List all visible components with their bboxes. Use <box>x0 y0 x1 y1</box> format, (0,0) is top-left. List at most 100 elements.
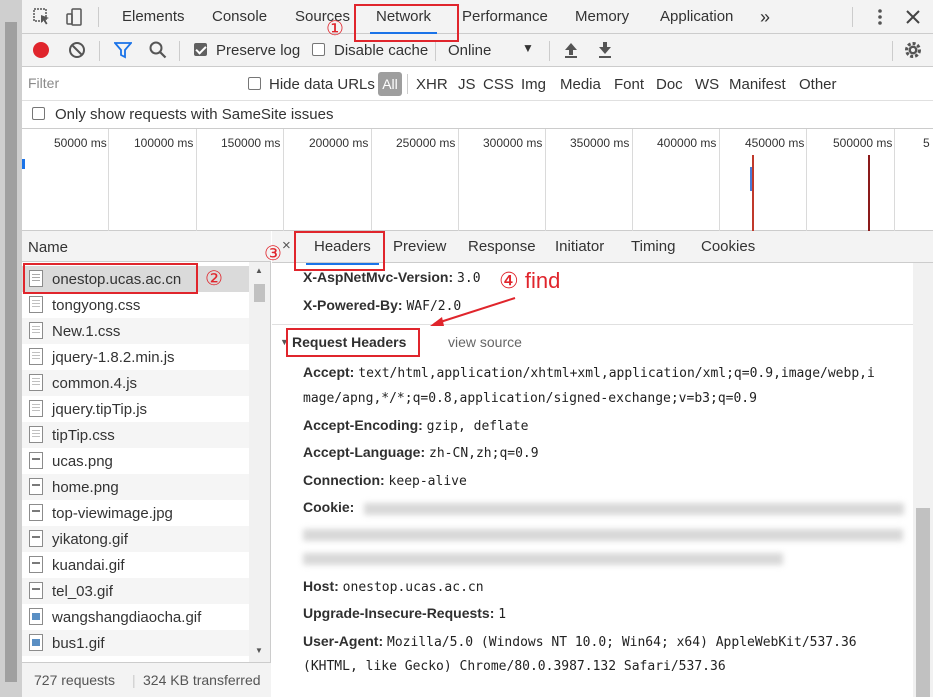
request-row[interactable]: tipTip.css <box>22 422 249 448</box>
filter-type-doc[interactable]: Doc <box>656 76 683 93</box>
inspect-element-icon[interactable] <box>32 7 52 27</box>
tab-performance[interactable]: Performance <box>462 0 548 34</box>
gear-icon[interactable] <box>903 40 923 60</box>
export-har-icon[interactable] <box>597 41 613 59</box>
overview-tick-label: 200000 ms <box>309 136 369 150</box>
tab-timing[interactable]: Timing <box>631 238 675 255</box>
disable-cache-label[interactable]: Disable cache <box>334 42 428 59</box>
close-details-icon[interactable]: × <box>282 237 291 254</box>
request-row[interactable]: jquery.tipTip.js <box>22 396 249 422</box>
view-source-link[interactable]: view source <box>448 334 522 350</box>
header-x-aspnetmvc-version: X-AspNetMvc-Version: 3.0 <box>303 269 481 286</box>
header-key: Connection: <box>303 472 385 488</box>
samesite-label[interactable]: Only show requests with SameSite issues <box>55 106 333 123</box>
overview-gridline <box>196 129 197 231</box>
tab-response[interactable]: Response <box>468 238 536 255</box>
request-name: tipTip.css <box>52 427 115 444</box>
filter-input[interactable] <box>26 72 230 94</box>
header-value: zh-CN,zh;q=0.9 <box>429 446 539 461</box>
throttling-dropdown-icon[interactable]: ▼ <box>522 41 534 55</box>
request-list-scrollbar[interactable]: ▲ ▼ <box>249 262 270 662</box>
header-value: 3.0 <box>457 271 481 286</box>
filter-type-all[interactable]: All <box>378 72 402 96</box>
filter-type-ws[interactable]: WS <box>695 76 719 93</box>
request-row[interactable]: top-viewimage.jpg <box>22 500 249 526</box>
filter-type-css[interactable]: CSS <box>483 76 514 93</box>
kebab-menu-icon[interactable] <box>870 7 890 27</box>
request-name: wangshangdiaocha.gif <box>52 609 202 626</box>
hide-data-urls-checkbox[interactable] <box>248 77 261 90</box>
device-toolbar-icon[interactable] <box>64 7 84 27</box>
tabbar-divider-right <box>852 7 853 27</box>
throttling-select[interactable]: Online <box>448 42 491 59</box>
request-list-scroll-thumb[interactable] <box>254 284 265 302</box>
scroll-down-icon[interactable]: ▼ <box>255 646 263 655</box>
tab-initiator[interactable]: Initiator <box>555 238 604 255</box>
overview-load-marker <box>868 155 870 231</box>
import-har-icon[interactable] <box>563 41 579 59</box>
request-name: kuandai.gif <box>52 557 125 574</box>
name-column-header[interactable]: Name <box>22 231 271 262</box>
details-scroll-thumb[interactable] <box>916 508 930 697</box>
request-row[interactable]: home.png <box>22 474 249 500</box>
overview-gridline <box>458 129 459 231</box>
more-tabs-button[interactable]: » <box>760 0 770 34</box>
filter-type-other[interactable]: Other <box>799 76 837 93</box>
filter-type-media[interactable]: Media <box>560 76 601 93</box>
header-connection: Connection: keep-alive <box>303 472 467 489</box>
samesite-checkbox[interactable] <box>32 107 45 120</box>
request-row[interactable]: bus1.gif <box>22 630 249 656</box>
image-icon <box>29 582 43 599</box>
preserve-log-label[interactable]: Preserve log <box>216 42 300 59</box>
header-value-continued: mage/apng,*/*;q=0.8,application/signed-e… <box>303 391 757 406</box>
clear-icon[interactable] <box>68 41 86 59</box>
tab-memory[interactable]: Memory <box>575 0 629 34</box>
close-devtools-icon[interactable] <box>903 7 923 27</box>
request-row[interactable]: tongyong.css <box>22 292 249 318</box>
request-row[interactable]: New.1.css <box>22 318 249 344</box>
request-row[interactable]: common.4.js <box>22 370 249 396</box>
hide-data-urls-label[interactable]: Hide data URLs <box>269 76 375 93</box>
request-name: ucas.png <box>52 453 113 470</box>
request-row[interactable]: kuandai.gif <box>22 552 249 578</box>
filter-type-img[interactable]: Img <box>521 76 546 93</box>
tab-elements[interactable]: Elements <box>122 0 185 34</box>
filter-icon[interactable] <box>114 41 132 59</box>
overview-request-bar <box>22 159 25 169</box>
overview-gridline <box>632 129 633 231</box>
filter-type-manifest[interactable]: Manifest <box>729 76 786 93</box>
request-row[interactable]: yikatong.gif <box>22 526 249 552</box>
tab-preview[interactable]: Preview <box>393 238 446 255</box>
scroll-up-icon[interactable]: ▲ <box>255 266 263 275</box>
section-divider <box>272 324 913 325</box>
gutter-scroll-thumb[interactable] <box>5 22 17 682</box>
tab-console[interactable]: Console <box>212 0 267 34</box>
request-row[interactable]: tel_03.gif <box>22 578 249 604</box>
tab-cookies[interactable]: Cookies <box>701 238 755 255</box>
request-row[interactable]: wangshangdiaocha.gif <box>22 604 249 630</box>
details-scrollbar[interactable] <box>913 263 933 697</box>
header-accept-language: Accept-Language: zh-CN,zh;q=0.9 <box>303 444 539 461</box>
overview-tick-label: 100000 ms <box>134 136 194 150</box>
filter-type-xhr[interactable]: XHR <box>416 76 448 93</box>
network-toolbar: Preserve log Disable cache Online ▼ <box>22 34 933 67</box>
tab-application[interactable]: Application <box>660 0 733 34</box>
left-gutter <box>0 0 22 697</box>
script-icon <box>29 348 43 365</box>
network-overview[interactable]: 50000 ms 100000 ms 150000 ms 200000 ms 2… <box>22 129 933 231</box>
preserve-log-checkbox[interactable] <box>194 43 207 56</box>
record-icon[interactable] <box>32 41 50 59</box>
request-row[interactable]: jquery-1.8.2.min.js <box>22 344 249 370</box>
disable-cache-checkbox[interactable] <box>312 43 325 56</box>
filter-bar: Hide data URLs All XHR JS CSS Img Media … <box>22 67 933 101</box>
redacted-block <box>364 503 904 515</box>
filter-type-font[interactable]: Font <box>614 76 644 93</box>
request-row[interactable]: ucas.png <box>22 448 249 474</box>
image-icon <box>29 634 43 651</box>
filter-type-js[interactable]: JS <box>458 76 476 93</box>
overview-tick-label: 500000 ms <box>833 136 893 150</box>
toolbar-divider <box>549 41 550 61</box>
annotation-label-2: ② <box>205 268 223 290</box>
script-icon <box>29 374 43 391</box>
search-icon[interactable] <box>149 41 167 59</box>
